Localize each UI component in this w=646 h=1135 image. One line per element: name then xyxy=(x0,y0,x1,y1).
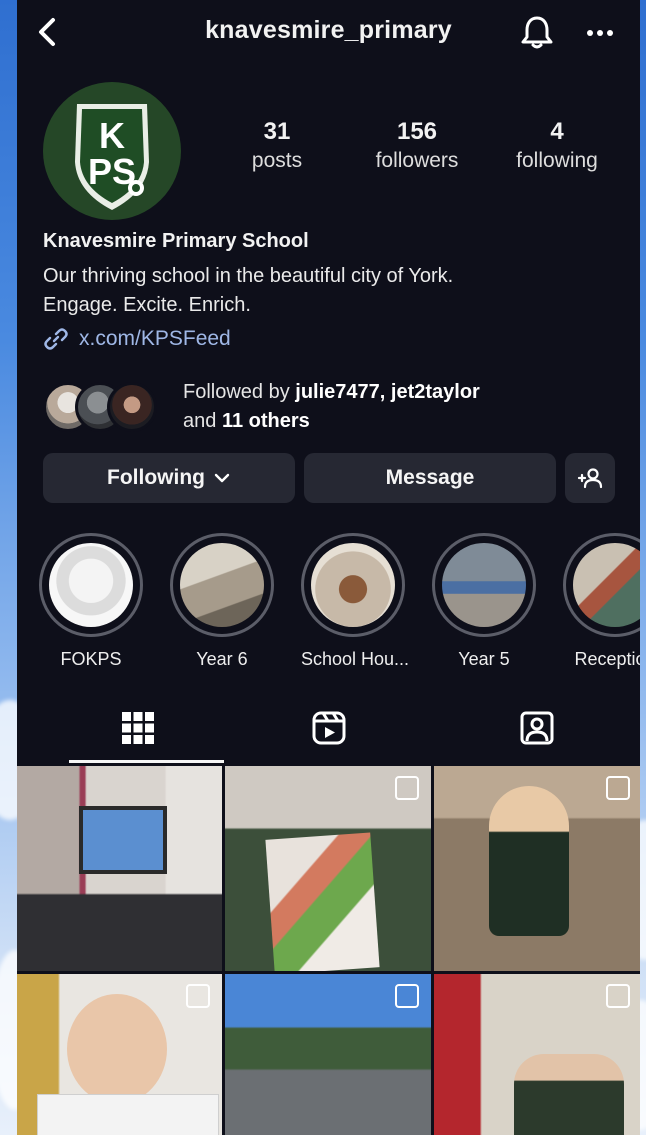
stat-followers[interactable]: 156 followers xyxy=(347,118,487,176)
post-thumbnail[interactable] xyxy=(225,766,431,971)
story-highlights: FOKPS Year 6 School Hou... Year 5 Recept… xyxy=(17,533,640,673)
highlight-year-5[interactable]: Year 5 xyxy=(432,533,536,670)
highlight-ring xyxy=(432,533,536,637)
profile-bio: Our thriving school in the beautiful cit… xyxy=(43,262,623,320)
followed-users[interactable]: julie7477, jet2taylor xyxy=(295,381,480,403)
stat-followers-count: 156 xyxy=(396,118,438,145)
message-label: Message xyxy=(385,466,475,489)
highlight-school-houses[interactable]: School Hou... xyxy=(301,533,410,670)
highlight-cover xyxy=(49,543,133,627)
active-tab-indicator xyxy=(69,760,224,763)
profile-tabs xyxy=(17,700,640,764)
add-person-icon xyxy=(577,468,603,489)
reels-icon[interactable] xyxy=(309,708,349,748)
highlight-year-6[interactable]: Year 6 xyxy=(170,533,274,670)
post-thumbnail[interactable] xyxy=(17,974,222,1135)
followed-by-text: Followed by julie7477, jet2taylor and 11… xyxy=(183,378,480,436)
highlight-fokps[interactable]: FOKPS xyxy=(39,533,143,670)
highlight-cover xyxy=(180,543,264,627)
highlight-label: School Hou... xyxy=(301,649,410,669)
highlight-cover xyxy=(573,543,640,627)
profile-link-text: x.com/KPSFeed xyxy=(79,327,231,350)
highlight-reception[interactable]: Reception xyxy=(563,533,640,670)
profile-display-name: Knavesmire Primary School xyxy=(43,230,309,252)
crest-letter-k: K xyxy=(99,115,125,156)
post-image-child xyxy=(67,994,167,1104)
highlight-cover xyxy=(442,543,526,627)
following-button[interactable]: Following xyxy=(43,453,295,503)
post-image-children xyxy=(514,1054,624,1135)
profile-actions: Following Message xyxy=(43,453,615,503)
top-bar: knavesmire_primary xyxy=(17,0,640,66)
post-image-artwork xyxy=(265,832,380,971)
tagged-icon[interactable] xyxy=(517,708,557,748)
multi-photo-icon xyxy=(395,984,419,1008)
multi-photo-icon xyxy=(606,776,630,800)
bio-line-1: Our thriving school in the beautiful cit… xyxy=(43,265,454,287)
post-thumbnail[interactable] xyxy=(434,974,640,1135)
bell-icon[interactable] xyxy=(517,12,557,52)
stat-following-count: 4 xyxy=(550,118,564,145)
stat-following-label: following xyxy=(516,149,598,172)
follower-avatar xyxy=(107,382,157,432)
highlight-label: FOKPS xyxy=(60,649,122,669)
post-thumbnail[interactable] xyxy=(17,766,222,971)
highlight-cover xyxy=(311,543,395,627)
post-thumbnail[interactable] xyxy=(434,766,640,971)
stat-following[interactable]: 4 following xyxy=(487,118,627,176)
profile-link[interactable]: x.com/KPSFeed xyxy=(43,326,231,352)
highlight-ring xyxy=(39,533,143,637)
post-thumbnail[interactable] xyxy=(225,974,431,1135)
school-crest-logo: K PS xyxy=(75,104,149,210)
highlight-label: Reception xyxy=(574,649,640,669)
grid-icon[interactable] xyxy=(118,708,158,748)
bio-line-2: Engage. Excite. Enrich. xyxy=(43,294,251,316)
post-image-screen xyxy=(79,806,167,874)
stat-posts-count: 31 xyxy=(263,118,291,145)
stat-posts[interactable]: 31 posts xyxy=(207,118,347,176)
highlight-label: Year 6 xyxy=(196,649,248,669)
following-label: Following xyxy=(107,466,205,489)
more-horizontal-icon[interactable] xyxy=(582,18,618,48)
multi-photo-icon xyxy=(395,776,419,800)
post-image-child xyxy=(489,786,569,936)
posts-grid xyxy=(17,766,640,1135)
chevron-down-icon xyxy=(214,473,230,483)
add-user-button[interactable] xyxy=(565,453,615,503)
followed-others[interactable]: 11 others xyxy=(222,410,310,432)
followed-and: and xyxy=(183,410,222,432)
followed-by[interactable]: Followed by julie7477, jet2taylor and 11… xyxy=(43,378,623,434)
profile-stats: 31 posts 156 followers 4 following xyxy=(207,118,627,176)
stat-posts-label: posts xyxy=(251,149,303,172)
post-image-paper xyxy=(37,1094,219,1135)
profile-avatar[interactable]: K PS xyxy=(43,82,181,220)
multi-photo-icon xyxy=(186,984,210,1008)
highlight-ring xyxy=(301,533,405,637)
link-icon xyxy=(44,328,68,350)
highlight-ring xyxy=(563,533,640,637)
message-button[interactable]: Message xyxy=(304,453,556,503)
multi-photo-icon xyxy=(606,984,630,1008)
stat-followers-label: followers xyxy=(375,149,459,172)
highlight-ring xyxy=(170,533,274,637)
highlight-label: Year 5 xyxy=(458,649,510,669)
instagram-profile-screen: knavesmire_primary K PS 31 posts 156 fol… xyxy=(17,0,640,1135)
followed-prefix: Followed by xyxy=(183,381,296,403)
